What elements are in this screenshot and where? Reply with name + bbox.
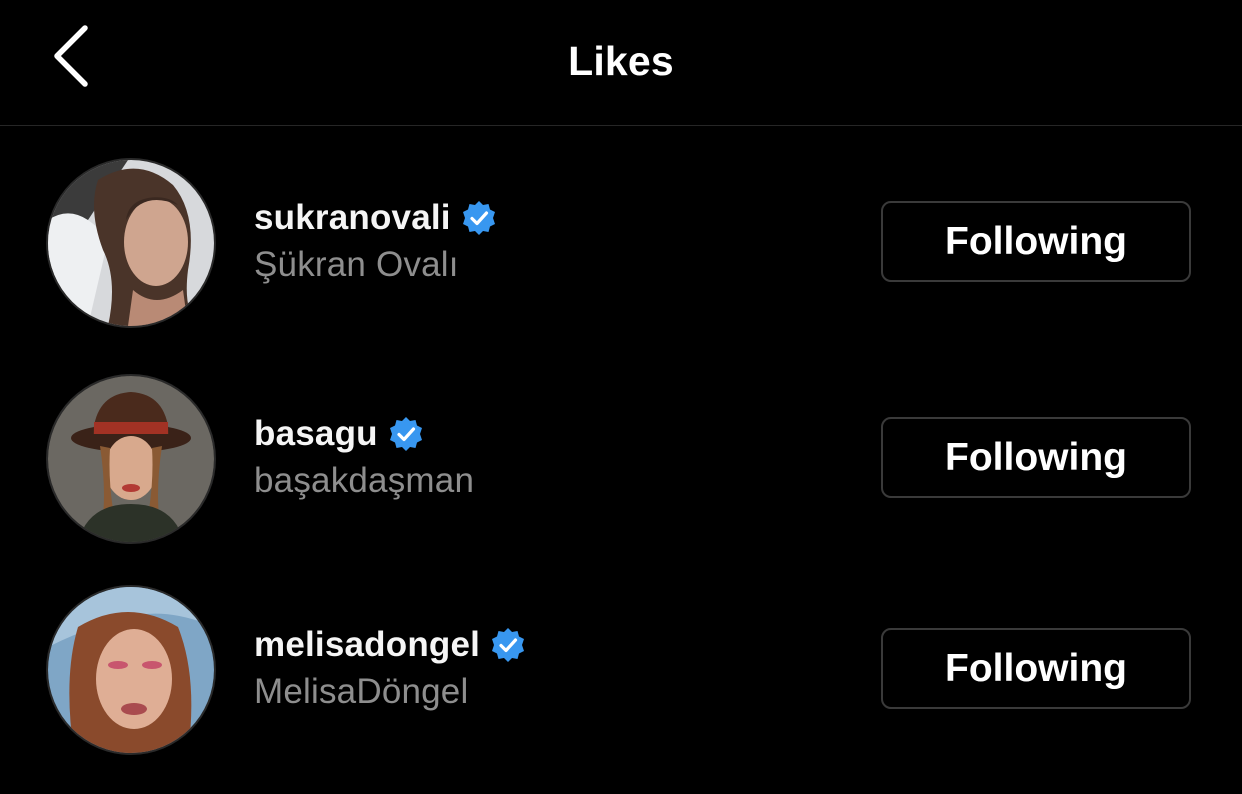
- username[interactable]: melisadongel: [254, 625, 480, 665]
- username[interactable]: sukranovali: [254, 198, 451, 238]
- list-item[interactable]: basagu başakdaşman Following: [0, 374, 1242, 544]
- user-text: sukranovali Şükran Ovalı: [254, 195, 497, 285]
- user-text: basagu başakdaşman: [254, 411, 474, 501]
- following-button[interactable]: Following: [881, 201, 1191, 282]
- page-title: Likes: [568, 38, 674, 84]
- avatar[interactable]: [48, 376, 214, 542]
- user-text: melisadongel MelisaDöngel: [254, 622, 526, 712]
- avatar[interactable]: [48, 160, 214, 326]
- username[interactable]: basagu: [254, 414, 378, 454]
- verified-badge-icon: [490, 627, 526, 663]
- full-name: başakdaşman: [254, 461, 475, 500]
- avatar[interactable]: [48, 587, 214, 753]
- top-nav-bar: Likes: [0, 0, 1242, 126]
- list-item[interactable]: melisadongel MelisaDöngel Following: [0, 585, 1242, 755]
- following-button[interactable]: Following: [881, 628, 1191, 709]
- verified-badge-icon: [461, 200, 497, 236]
- list-item[interactable]: sukranovali Şükran Ovalı Following: [0, 158, 1242, 328]
- full-name: Şükran Ovalı: [254, 245, 459, 284]
- full-name: MelisaDöngel: [254, 672, 469, 711]
- verified-badge-icon: [388, 416, 424, 452]
- following-button[interactable]: Following: [881, 417, 1191, 498]
